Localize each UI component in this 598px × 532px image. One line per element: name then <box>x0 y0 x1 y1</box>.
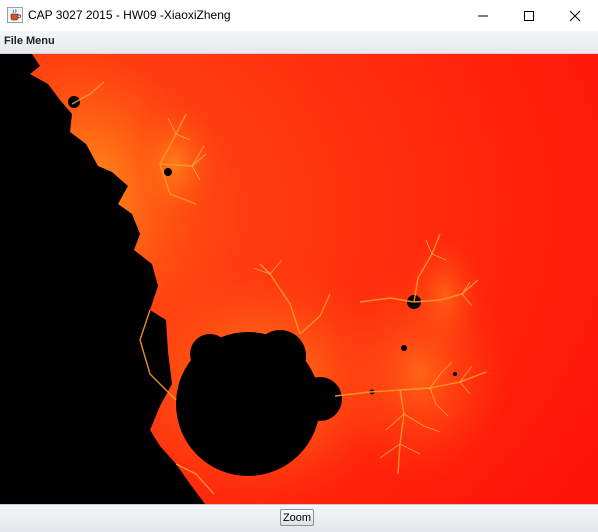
bottom-toolbar: Zoom <box>0 504 598 532</box>
zoom-button[interactable]: Zoom <box>280 509 314 526</box>
menu-bar: File Menu <box>0 31 598 54</box>
close-icon <box>569 10 581 22</box>
close-button[interactable] <box>552 0 598 31</box>
fractal-canvas[interactable] <box>0 54 598 504</box>
window-title: CAP 3027 2015 - HW09 -XiaoxiZheng <box>28 8 231 22</box>
minimize-icon <box>478 15 488 17</box>
menu-file[interactable]: File Menu <box>4 35 55 47</box>
maximize-icon <box>524 11 534 21</box>
maximize-button[interactable] <box>506 0 552 31</box>
java-cup-icon[interactable] <box>7 7 23 23</box>
minimize-button[interactable] <box>460 0 506 31</box>
window-titlebar: CAP 3027 2015 - HW09 -XiaoxiZheng <box>0 0 598 31</box>
mandelbrot-image <box>0 54 598 504</box>
